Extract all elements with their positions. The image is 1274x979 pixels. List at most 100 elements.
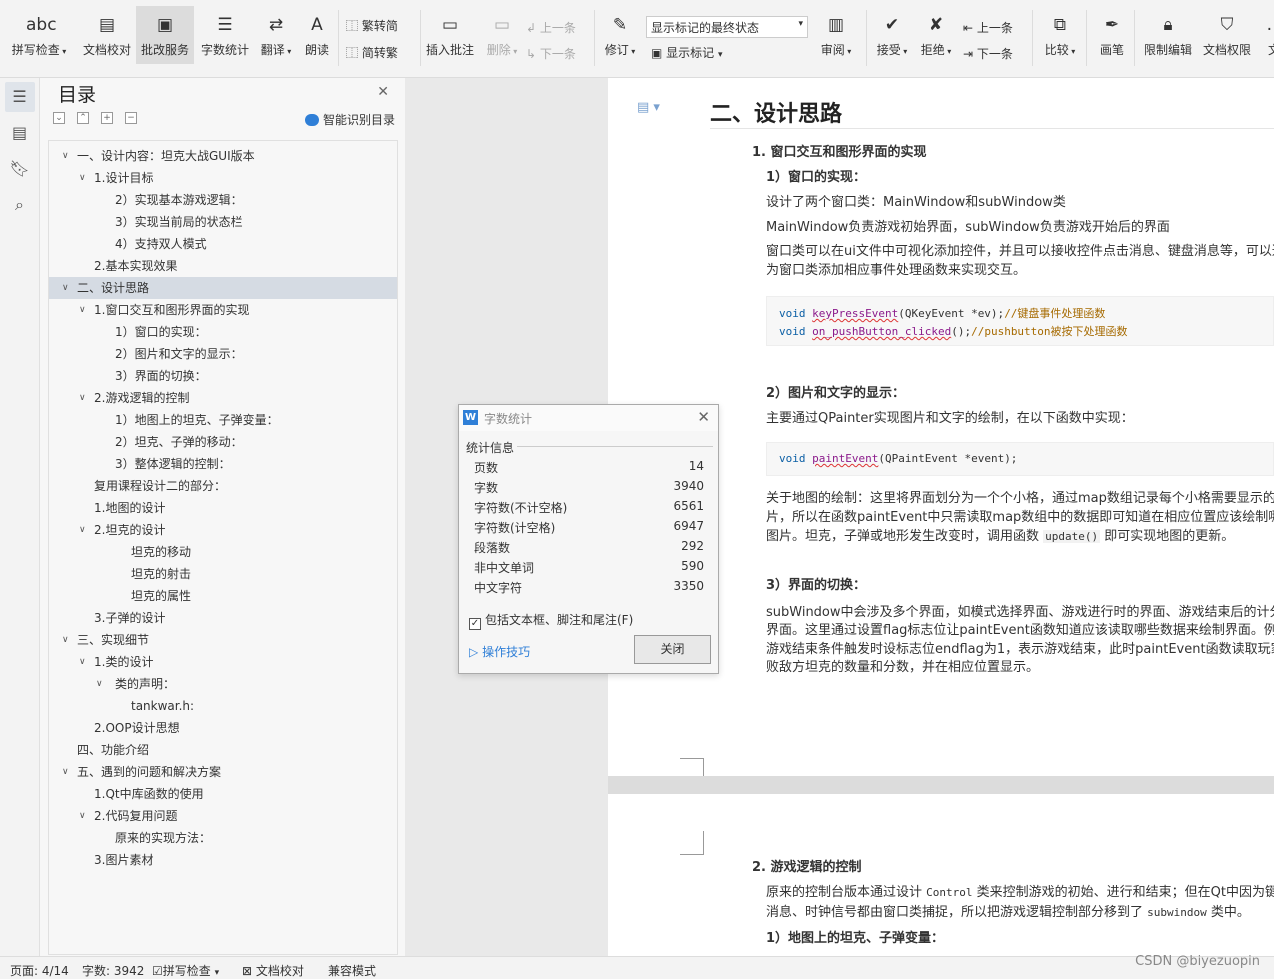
outline-panel-icon[interactable]: ▤ <box>5 118 35 148</box>
toc-item[interactable]: ∨ 2.游戏逻辑的控制 <box>49 387 397 409</box>
chevron-down-icon[interactable]: ∨ <box>79 519 86 541</box>
toc-item[interactable]: ∨ 2.坦克的设计 <box>49 519 397 541</box>
markup-state-select[interactable]: 显示标记的最终状态 ▾ <box>646 16 808 38</box>
ribbon-button-4[interactable]: ⇄ 翻译 ▾ <box>256 12 296 58</box>
toc-item[interactable]: 2）坦克、子弹的移动： <box>49 431 397 453</box>
ribbon-button-13[interactable]: ✒ 画笔 <box>1094 12 1130 58</box>
prev-change-button[interactable]: ⇤ 上一条 <box>963 19 1013 36</box>
toc-item[interactable]: 3.图片素材 <box>49 849 397 871</box>
ribbon-button-11[interactable]: ✘ 拒绝 ▾ <box>916 12 956 58</box>
chevron-down-icon[interactable]: ∨ <box>79 299 86 321</box>
chevron-down-icon[interactable]: ∨ <box>79 651 86 673</box>
chevron-down-icon[interactable]: ∨ <box>79 805 86 827</box>
toc-item[interactable]: ∨ 三、实现细节 <box>49 629 397 651</box>
divider <box>1032 10 1033 66</box>
include-textbox-checkbox[interactable]: ✓ 包括文本框、脚注和尾注(F) <box>469 611 633 630</box>
toc-panel-icon[interactable]: ☰ <box>4 82 35 112</box>
toc-item[interactable]: tankwar.h: <box>49 695 397 717</box>
chevron-down-icon[interactable]: ∨ <box>79 167 86 189</box>
ribbon-button-16[interactable]: …文 <box>1262 12 1274 58</box>
chevron-down-icon[interactable]: ∨ <box>79 387 86 409</box>
page-indicator[interactable]: 页面: 4/14 <box>10 962 69 979</box>
toc-item[interactable]: 2.OOP设计思想 <box>49 717 397 739</box>
close-icon[interactable]: ✕ <box>697 408 710 426</box>
toc-item[interactable]: 3.子弹的设计 <box>49 607 397 629</box>
text-run: 类来控制游戏的初始、进行和结束；但在Qt中因为键盘 <box>976 885 1274 900</box>
toc-item[interactable]: 坦克的移动 <box>49 541 397 563</box>
ribbon-button-9[interactable]: ▥ 审阅 ▾ <box>816 12 856 58</box>
stat-value: 6947 <box>673 519 704 533</box>
ribbon-button-5[interactable]: A 朗读 <box>300 12 334 58</box>
toc-item[interactable]: 四、功能介绍 <box>49 739 397 761</box>
toc-item[interactable]: 1）地图上的坦克、子弹变量： <box>49 409 397 431</box>
toc-item[interactable]: ∨ 一、设计内容：坦克大战GUI版本 <box>49 145 397 167</box>
word-count-indicator[interactable]: 字数: 3942 <box>82 962 144 979</box>
chevron-down-icon[interactable]: ∨ <box>62 145 69 167</box>
toc-item[interactable]: 1.地图的设计 <box>49 497 397 519</box>
remove-heading-icon[interactable]: − <box>125 112 137 124</box>
toc-item[interactable]: 2.基本实现效果 <box>49 255 397 277</box>
toc-item[interactable]: ∨ 二、设计思路 <box>49 277 397 299</box>
toc-item[interactable]: 复用课程设计二的部分： <box>49 475 397 497</box>
search-icon[interactable]: ⌕ <box>5 190 35 220</box>
ribbon-button-7[interactable]: ▭ 删除 ▾ <box>482 12 522 58</box>
toc-item[interactable]: ∨ 1.设计目标 <box>49 167 397 189</box>
toc-item[interactable]: 2）实现基本游戏逻辑： <box>49 189 397 211</box>
toc-item[interactable]: ∨ 五、遇到的问题和解决方案 <box>49 761 397 783</box>
toc-item[interactable]: ∨ 2.代码复用问题 <box>49 805 397 827</box>
reject-icon: ✘ <box>928 15 944 35</box>
toc-item[interactable]: ∨ 1.窗口交互和图形界面的实现 <box>49 299 397 321</box>
ribbon-button-3[interactable]: ☰ 字数统计 <box>198 12 252 58</box>
toc-item[interactable]: 1.Qt中库函数的使用 <box>49 783 397 805</box>
ribbon-button-10[interactable]: ✔ 接受 ▾ <box>872 12 912 58</box>
toc-item[interactable]: 坦克的射击 <box>49 563 397 585</box>
next-comment-button[interactable]: ↳ 下一条 <box>526 45 576 62</box>
ribbon-button-14[interactable]: 🔒︎ 限制编辑 <box>1140 12 1196 58</box>
trad-to-simp-button[interactable]: ⿰ 繁转简 <box>346 17 398 34</box>
next-change-button[interactable]: ⇥ 下一条 <box>963 45 1013 62</box>
close-icon[interactable]: ✕ <box>377 84 389 100</box>
chevron-down-icon: ▾ <box>1068 47 1076 56</box>
code-function: keyPressEvent <box>812 307 899 320</box>
doc-format-icon[interactable]: ▤ ▾ <box>637 100 660 115</box>
ribbon-button-0[interactable]: abc 拼写检查 ▾ <box>8 12 70 58</box>
close-button[interactable]: 关闭 <box>634 635 711 664</box>
show-markup-button[interactable]: ▣ 显示标记 ▾ <box>651 44 723 61</box>
ribbon-button-15[interactable]: ⛉ 文档权限 <box>1200 12 1254 58</box>
track-changes-icon: ✎ <box>612 15 628 35</box>
proofread-status[interactable]: ⊠ 文档校对 <box>242 962 304 979</box>
tips-link[interactable]: ▷ 操作技巧 <box>469 643 530 660</box>
toc-item[interactable]: ∨ 类的声明： <box>49 673 397 695</box>
toc-item-label: 4）支持双人模式 <box>115 237 207 251</box>
expand-all-icon[interactable]: ⌃ <box>77 112 89 124</box>
ribbon-button-6[interactable]: ▭ 插入批注 <box>422 12 478 58</box>
ribbon-button-2[interactable]: ▣ 批改服务 <box>136 6 194 64</box>
toc-item[interactable]: 4）支持双人模式 <box>49 233 397 255</box>
page-separator <box>608 776 1274 794</box>
add-heading-icon[interactable]: + <box>101 112 113 124</box>
ribbon-button-8[interactable]: ✎ 修订 ▾ <box>600 12 640 58</box>
smart-toc-button[interactable]: 智能识别目录 <box>304 111 395 128</box>
chevron-down-icon[interactable]: ∨ <box>62 629 69 651</box>
toc-item[interactable]: 3）界面的切换： <box>49 365 397 387</box>
toc-item-label: 2.OOP设计思想 <box>94 721 180 735</box>
dialog-titlebar[interactable]: W 字数统计 ✕ <box>459 405 718 431</box>
toc-item[interactable]: 坦克的属性 <box>49 585 397 607</box>
toc-item[interactable]: 原来的实现方法： <box>49 827 397 849</box>
toc-item[interactable]: 2）图片和文字的显示： <box>49 343 397 365</box>
chevron-down-icon[interactable]: ∨ <box>62 761 69 783</box>
collapse-all-icon[interactable]: ⌄ <box>53 112 65 124</box>
ribbon-button-12[interactable]: ⧉ 比较 ▾ <box>1040 12 1080 58</box>
bookmark-icon[interactable]: 🔖︎ <box>5 154 35 184</box>
toc-item[interactable]: 3）实现当前局的状态栏 <box>49 211 397 233</box>
chevron-down-icon: ▾ <box>510 47 518 56</box>
toc-item[interactable]: 1）窗口的实现： <box>49 321 397 343</box>
simp-to-trad-button[interactable]: ⿰ 简转繁 <box>346 44 398 61</box>
spellcheck-status[interactable]: ☑拼写检查 ▾ <box>152 962 219 979</box>
toc-item[interactable]: ∨ 1.类的设计 <box>49 651 397 673</box>
prev-comment-button[interactable]: ↲ 上一条 <box>526 19 576 36</box>
chevron-down-icon[interactable]: ∨ <box>62 277 69 299</box>
chevron-down-icon[interactable]: ∨ <box>96 673 103 695</box>
toc-item[interactable]: 3）整体逻辑的控制： <box>49 453 397 475</box>
ribbon-button-1[interactable]: ▤ 文档校对 <box>78 12 136 58</box>
